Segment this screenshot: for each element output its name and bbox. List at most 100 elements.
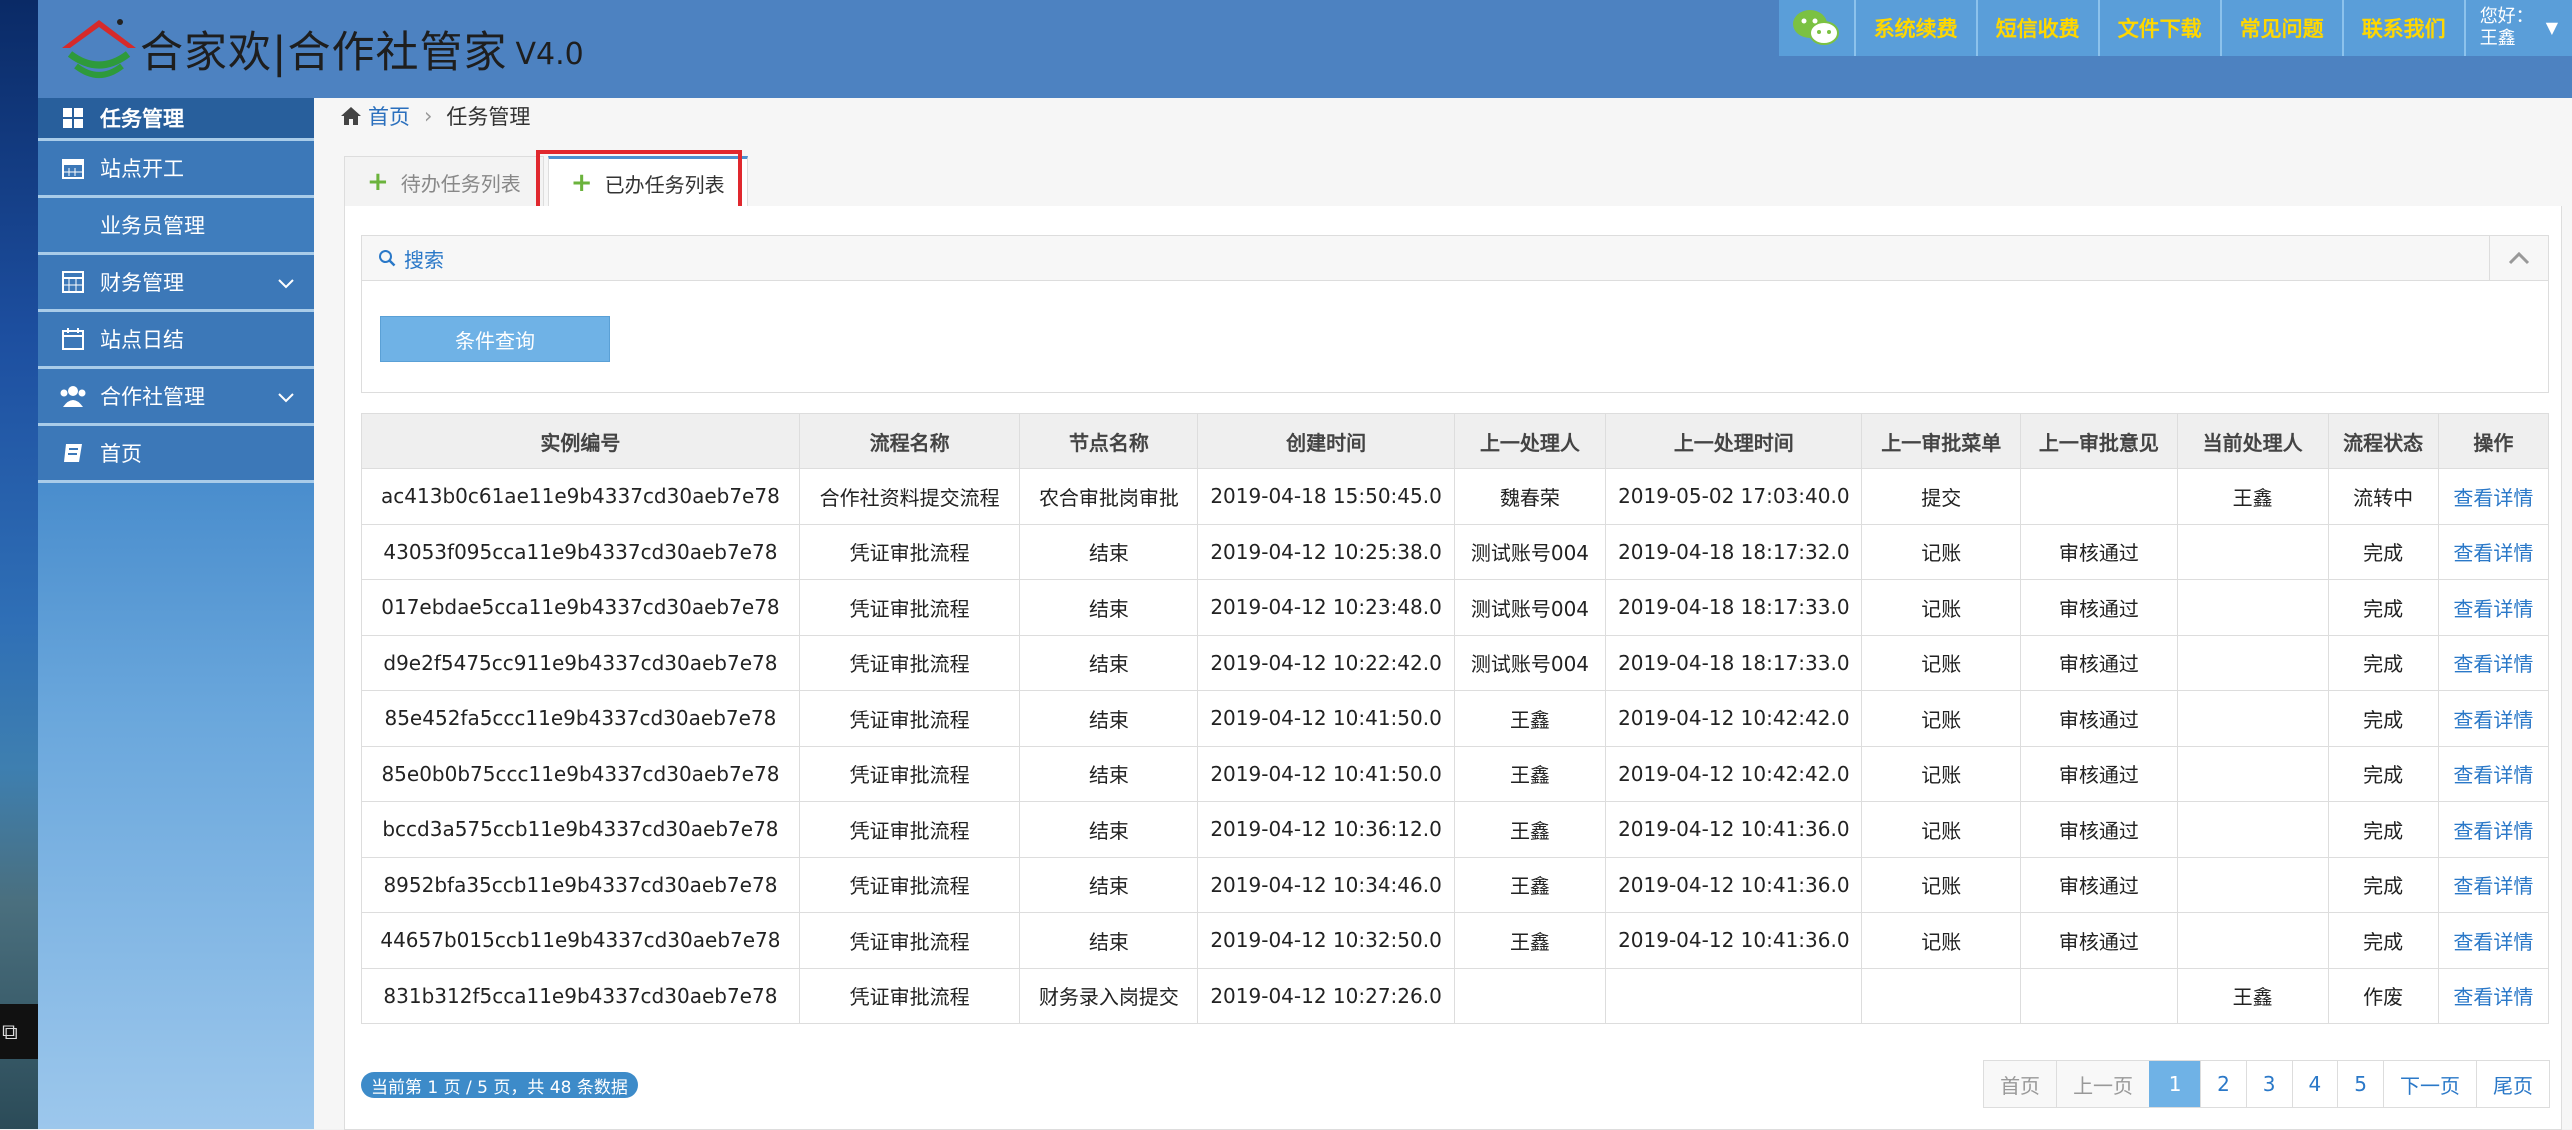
table-cell: 合作社资料提交流程	[798, 468, 1021, 525]
breadcrumb-home-link[interactable]: 首页	[368, 101, 410, 131]
column-header: 当前处理人	[2176, 413, 2329, 469]
nav-renew[interactable]: 系统续费	[1856, 0, 1978, 56]
sidebar-item-finance[interactable]: 财务管理	[38, 255, 314, 312]
view-details-link[interactable]: 查看详情	[2437, 745, 2550, 802]
sidebar-item-label: 财务管理	[100, 271, 184, 295]
table-cell: 2019-04-18 15:50:45.0	[1197, 468, 1455, 525]
book-icon	[58, 442, 88, 464]
column-header: 上一处理时间	[1605, 413, 1863, 469]
first-page-button[interactable]: 首页	[1984, 1061, 2057, 1107]
tab-label: 待办任务列表	[400, 171, 521, 196]
page-button-5[interactable]: 5	[2337, 1061, 2383, 1107]
nav-faq[interactable]: 常见问题	[2222, 0, 2344, 56]
brand-logo[interactable]: 合家欢|合作社管家 V4.0	[58, 6, 584, 92]
table-cell: 2019-04-12 10:23:48.0	[1197, 579, 1455, 636]
table-cell: 2019-05-02 17:03:40.0	[1605, 468, 1863, 525]
wechat-icon[interactable]	[1779, 0, 1856, 56]
table-cell: 完成	[2327, 579, 2439, 636]
table-cell: 提交	[1861, 468, 2022, 525]
table-row: 017ebdae5cca11e9b4337cd30aeb7e78 凭证审批流程 结束…	[361, 579, 2550, 636]
search-panel-header[interactable]: 搜索	[362, 236, 2548, 281]
table-cell: 2019-04-12 10:42:42.0	[1605, 690, 1863, 747]
table-cell: 审核通过	[2020, 856, 2178, 913]
table-row: 44657b015ccb11e9b4337cd30aeb7e78 凭证审批流程 结束…	[361, 912, 2550, 969]
view-details-link[interactable]: 查看详情	[2437, 912, 2550, 969]
nav-contact[interactable]: 联系我们	[2344, 0, 2466, 56]
grid-icon	[58, 107, 88, 129]
column-header: 创建时间	[1197, 413, 1455, 469]
table-row: 831b312f5cca11e9b4337cd30aeb7e78 凭证审批流程 财务…	[361, 967, 2550, 1024]
table-cell: 审核通过	[2020, 634, 2178, 691]
view-details-link[interactable]: 查看详情	[2437, 634, 2550, 691]
table-cell: 2019-04-12 10:41:36.0	[1605, 856, 1863, 913]
table-cell: 完成	[2327, 523, 2439, 580]
table-cell: 2019-04-18 18:17:33.0	[1605, 634, 1863, 691]
table-cell: 记账	[1861, 690, 2022, 747]
view-details-link[interactable]: 查看详情	[2437, 967, 2550, 1024]
brand-version: V4.0	[515, 36, 584, 72]
table-cell: 017ebdae5cca11e9b4337cd30aeb7e78	[361, 579, 800, 636]
column-header: 操作	[2437, 413, 2550, 469]
table-cell	[1861, 967, 2022, 1024]
page-button-1[interactable]: 1	[2149, 1061, 2201, 1107]
table-cell	[2176, 856, 2329, 913]
table-cell: 记账	[1861, 523, 2022, 580]
table-cell: 2019-04-12 10:25:38.0	[1197, 523, 1455, 580]
home-icon	[341, 107, 361, 125]
table-header-row: 实例编号 流程名称 节点名称 创建时间 上一处理人 上一处理时间 上一审批菜单 上一审批意见当…	[361, 413, 2550, 469]
page-button-4[interactable]: 4	[2291, 1061, 2338, 1107]
view-details-link[interactable]: 查看详情	[2437, 468, 2550, 525]
table-cell: 王鑫	[2176, 967, 2329, 1024]
table-cell	[2176, 912, 2329, 969]
view-details-link[interactable]: 查看详情	[2437, 801, 2550, 858]
sidebar-item-label: 任务管理	[100, 107, 184, 131]
table-cell: 凭证审批流程	[798, 579, 1021, 636]
table-cell: 结束	[1019, 523, 1199, 580]
column-header: 流程名称	[798, 413, 1021, 469]
pagination: 首页 上一页 1 2 3 4 5 下一页 尾页	[1983, 1060, 2550, 1108]
table-cell	[2176, 801, 2329, 858]
chevron-up-icon[interactable]	[2489, 236, 2548, 280]
nav-sms-fee[interactable]: 短信收费	[1978, 0, 2100, 56]
query-button[interactable]: 条件查询	[380, 316, 610, 362]
view-details-link[interactable]: 查看详情	[2437, 690, 2550, 747]
sidebar-item-cooperative[interactable]: 合作社管理	[38, 369, 314, 426]
sidebar-item-label: 站点日结	[100, 328, 184, 352]
calculator-icon	[58, 270, 88, 294]
table-cell: 凭证审批流程	[798, 856, 1021, 913]
page-button-2[interactable]: 2	[2200, 1061, 2246, 1107]
next-page-button[interactable]: 下一页	[2383, 1061, 2476, 1107]
top-nav: 系统续费 短信收费 文件下载 常见问题 联系我们 您好： 王鑫 ▼	[1778, 0, 2572, 56]
view-details-link[interactable]: 查看详情	[2437, 579, 2550, 636]
nav-file-download[interactable]: 文件下载	[2100, 0, 2222, 56]
last-page-button[interactable]: 尾页	[2476, 1061, 2549, 1107]
table-cell: 审核通过	[2020, 523, 2178, 580]
table-cell: 记账	[1861, 579, 2022, 636]
tab-pending-tasks[interactable]: + 待办任务列表	[344, 156, 544, 207]
sidebar-item-salesman[interactable]: 业务员管理	[38, 198, 314, 255]
table-cell: 完成	[2327, 801, 2439, 858]
view-details-link[interactable]: 查看详情	[2437, 856, 2550, 913]
table-cell	[2176, 690, 2329, 747]
sidebar-item-site-start[interactable]: 站点开工	[38, 141, 314, 198]
page-button-3[interactable]: 3	[2245, 1061, 2292, 1107]
search-panel: 搜索 条件查询	[361, 235, 2549, 393]
table-cell: 完成	[2327, 745, 2439, 802]
table-cell: 43053f095cca11e9b4337cd30aeb7e78	[361, 523, 800, 580]
table-body: ac413b0c61ae11e9b4337cd30aeb7e78 合作社资料提交流…	[361, 468, 2550, 1024]
column-header: 上一处理人	[1453, 413, 1607, 469]
table-cell	[2020, 967, 2178, 1024]
sidebar-item-home[interactable]: 首页	[38, 426, 314, 483]
main-content: 首页 › 任务管理 + 待办任务列表 + 已办任务列表 搜索 条件查询 实例编号…	[314, 98, 2572, 1130]
prev-page-button[interactable]: 上一页	[2056, 1061, 2150, 1107]
user-menu[interactable]: 您好： 王鑫 ▼	[2466, 0, 2572, 56]
sidebar-item-daily-settlement[interactable]: 站点日结	[38, 312, 314, 369]
table-cell: d9e2f5475cc911e9b4337cd30aeb7e78	[361, 634, 800, 691]
breadcrumb-current: 任务管理	[446, 105, 531, 129]
sidebar-item-task-management[interactable]: 任务管理	[38, 98, 314, 141]
view-details-link[interactable]: 查看详情	[2437, 523, 2550, 580]
table-cell: 2019-04-18 18:17:33.0	[1605, 579, 1863, 636]
table-cell: bccd3a575ccb11e9b4337cd30aeb7e78	[361, 801, 800, 858]
table-cell: 2019-04-12 10:34:46.0	[1197, 856, 1455, 913]
table-cell: 结束	[1019, 745, 1199, 802]
